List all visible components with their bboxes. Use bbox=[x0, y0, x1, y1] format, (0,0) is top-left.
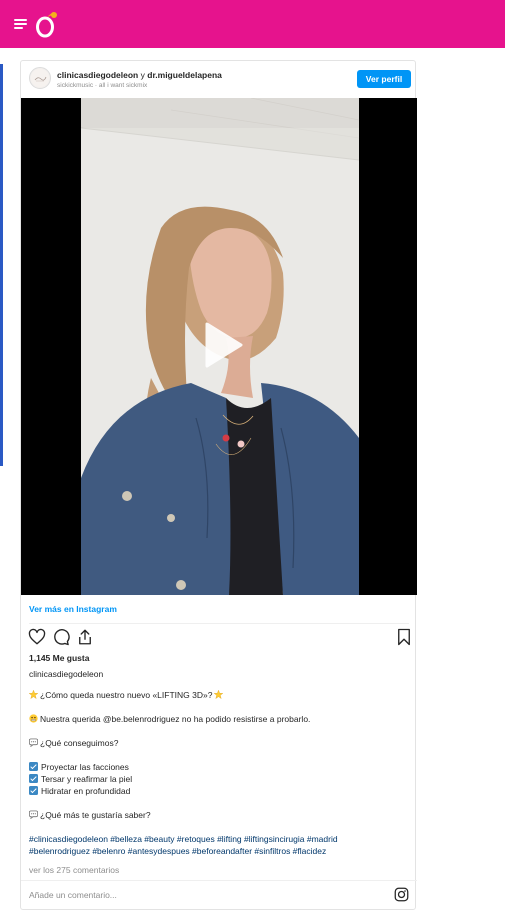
comment-icon[interactable] bbox=[52, 628, 70, 646]
audio-label[interactable]: sickickmusic · all i want sickmix bbox=[57, 82, 147, 89]
post-caption: ¿Cómo queda nuestro nuevo «LIFTING 3D»? … bbox=[28, 689, 409, 857]
checklist-text: Hidratar en profundidad bbox=[41, 786, 131, 796]
left-side-strip bbox=[0, 64, 3, 466]
coauthor-link[interactable]: dr.migueldelapena bbox=[147, 70, 222, 80]
caption-owner[interactable]: clinicasdiegodeleon bbox=[29, 669, 103, 679]
caption-line: ¿Qué más te gustaría saber? bbox=[29, 809, 409, 821]
checklist-item: Hidratar en profundidad bbox=[29, 785, 409, 797]
checkmark-icon bbox=[29, 786, 38, 795]
divider bbox=[21, 880, 417, 881]
checklist-item: Proyectar las facciones bbox=[29, 761, 409, 773]
checklist-item: Tersar y reafirmar la piel bbox=[29, 773, 409, 785]
divider bbox=[29, 623, 409, 624]
heart-icon[interactable] bbox=[28, 628, 46, 646]
comment-input[interactable] bbox=[29, 886, 329, 904]
instagram-icon[interactable] bbox=[394, 887, 409, 902]
caption-line: ¿Qué conseguimos? bbox=[29, 737, 409, 749]
site-logo[interactable] bbox=[35, 10, 59, 38]
caption-text: ¿Qué conseguimos? bbox=[40, 738, 119, 748]
caption-line: ¿Cómo queda nuestro nuevo «LIFTING 3D»? bbox=[28, 689, 409, 701]
menu-icon[interactable] bbox=[14, 19, 27, 29]
hashtags[interactable]: #clinicasdiegodeleon #belleza #beauty #r… bbox=[29, 833, 409, 845]
action-bar bbox=[21, 628, 417, 648]
speech-bubble-icon bbox=[29, 810, 38, 820]
checkmark-icon bbox=[29, 774, 38, 783]
play-icon[interactable] bbox=[199, 322, 245, 368]
star-emoji-icon bbox=[214, 689, 224, 699]
post-authors: clinicasdiegodeleon y dr.migueldelapena bbox=[57, 70, 222, 80]
view-more-instagram-link[interactable]: Ver más en Instagram bbox=[29, 604, 117, 614]
speech-bubble-icon bbox=[29, 738, 38, 748]
view-profile-button[interactable]: Ver perfil bbox=[357, 70, 411, 88]
bookmark-icon[interactable] bbox=[395, 628, 413, 646]
caption-line: Nuestra querida @be.belenrodriguez no ha… bbox=[29, 713, 409, 725]
hashtags[interactable]: #belenrodriguez #belenro #antesydespues … bbox=[29, 845, 409, 857]
post-header: clinicasdiegodeleon y dr.migueldelapena … bbox=[21, 61, 417, 97]
checklist-text: Tersar y reafirmar la piel bbox=[41, 774, 133, 784]
video-player[interactable] bbox=[21, 98, 417, 595]
view-comments-link[interactable]: ver los 275 comentarios bbox=[29, 865, 119, 875]
top-bar bbox=[0, 0, 505, 48]
share-icon[interactable] bbox=[76, 628, 94, 646]
caption-text: ¿Qué más te gustaría saber? bbox=[40, 810, 151, 820]
checkmark-icon bbox=[29, 762, 38, 771]
caption-question: ¿Cómo queda nuestro nuevo «LIFTING 3D»? bbox=[40, 690, 213, 700]
like-count[interactable]: 1,145 Me gusta bbox=[29, 653, 89, 663]
checklist-text: Proyectar las facciones bbox=[41, 762, 129, 772]
caption-text: Nuestra querida @be.belenrodriguez no ha… bbox=[40, 714, 311, 724]
face-emoji-icon bbox=[29, 714, 38, 723]
author-link[interactable]: clinicasdiegodeleon bbox=[57, 70, 138, 80]
author-connector: y bbox=[140, 70, 145, 80]
avatar[interactable] bbox=[29, 67, 51, 89]
instagram-embed: clinicasdiegodeleon y dr.migueldelapena … bbox=[20, 60, 417, 910]
star-emoji-icon bbox=[28, 689, 39, 699]
